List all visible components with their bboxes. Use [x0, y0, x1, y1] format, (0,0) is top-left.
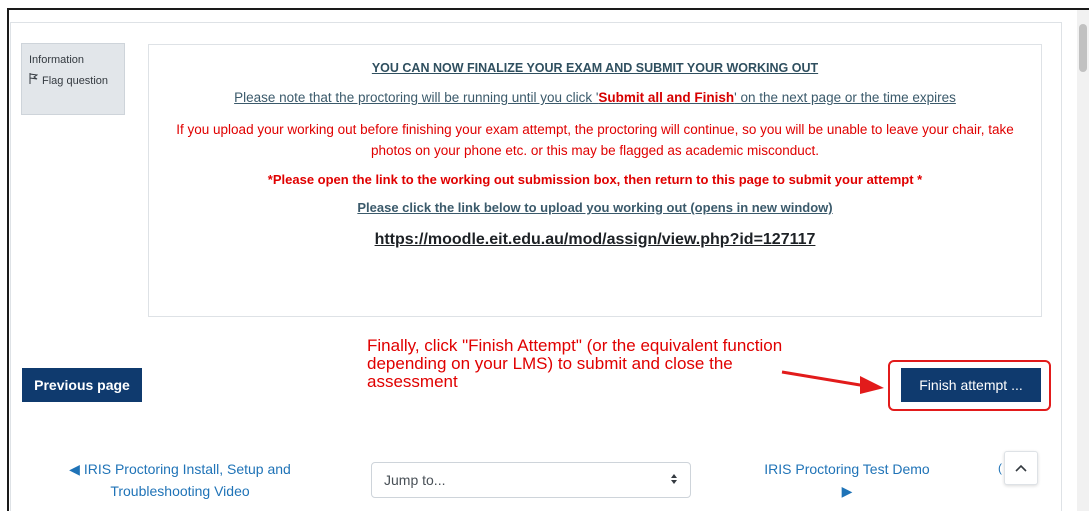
next-activity-link[interactable]: IRIS Proctoring Test Demo ▶: [745, 458, 949, 502]
question-content-box: YOU CAN NOW FINALIZE YOUR EXAM AND SUBMI…: [148, 44, 1042, 317]
chevron-up-icon: [1015, 459, 1027, 477]
upload-link-caption: Please click the link below to upload yo…: [357, 200, 833, 215]
previous-arrow-icon: ◀: [69, 461, 80, 477]
next-arrow-icon: ▶: [841, 483, 853, 499]
jump-to-value: Jump to...: [384, 472, 446, 488]
flag-question-label: Flag question: [42, 75, 109, 87]
previous-activity-label: IRIS Proctoring Install, Setup and Troub…: [83, 461, 291, 499]
submit-all-emphasis: Submit all and Finish: [598, 90, 735, 105]
finalize-heading: YOU CAN NOW FINALIZE YOUR EXAM AND SUBMI…: [371, 61, 819, 75]
partial-text: (: [998, 461, 1002, 475]
scrollbar-thumb[interactable]: [1079, 24, 1087, 72]
proctoring-note: Please note that the proctoring will be …: [149, 90, 1041, 105]
instruction-callout: Finally, click "Finish Attempt" (or the …: [367, 336, 783, 391]
info-title: Information: [29, 54, 85, 66]
vertical-scrollbar[interactable]: [1077, 10, 1089, 511]
flag-question-toggle[interactable]: Flag question: [29, 73, 117, 89]
upload-warning: If you upload your working out before fi…: [176, 122, 1014, 158]
finish-attempt-button[interactable]: Finish attempt ...: [901, 368, 1041, 402]
callout-arrow: [781, 370, 884, 394]
previous-page-button[interactable]: Previous page: [22, 368, 142, 402]
next-activity-label: IRIS Proctoring Test Demo: [764, 461, 930, 477]
jump-to-select[interactable]: Jump to...: [371, 462, 691, 498]
proctoring-note-prefix: Please note that the proctoring will be …: [234, 90, 599, 105]
working-out-link[interactable]: https://moodle.eit.edu.au/mod/assign/vie…: [149, 231, 1041, 249]
question-info-panel: Information Flag question: [21, 43, 125, 115]
previous-activity-link[interactable]: ◀ IRIS Proctoring Install, Setup and Tro…: [40, 458, 320, 502]
proctoring-note-suffix: ' on the next page or the time expires: [734, 90, 956, 105]
select-caret-icon: [670, 473, 678, 488]
flag-icon: [29, 73, 39, 89]
submission-instruction: *Please open the link to the working out…: [267, 172, 923, 187]
back-to-top-button[interactable]: [1004, 451, 1038, 485]
